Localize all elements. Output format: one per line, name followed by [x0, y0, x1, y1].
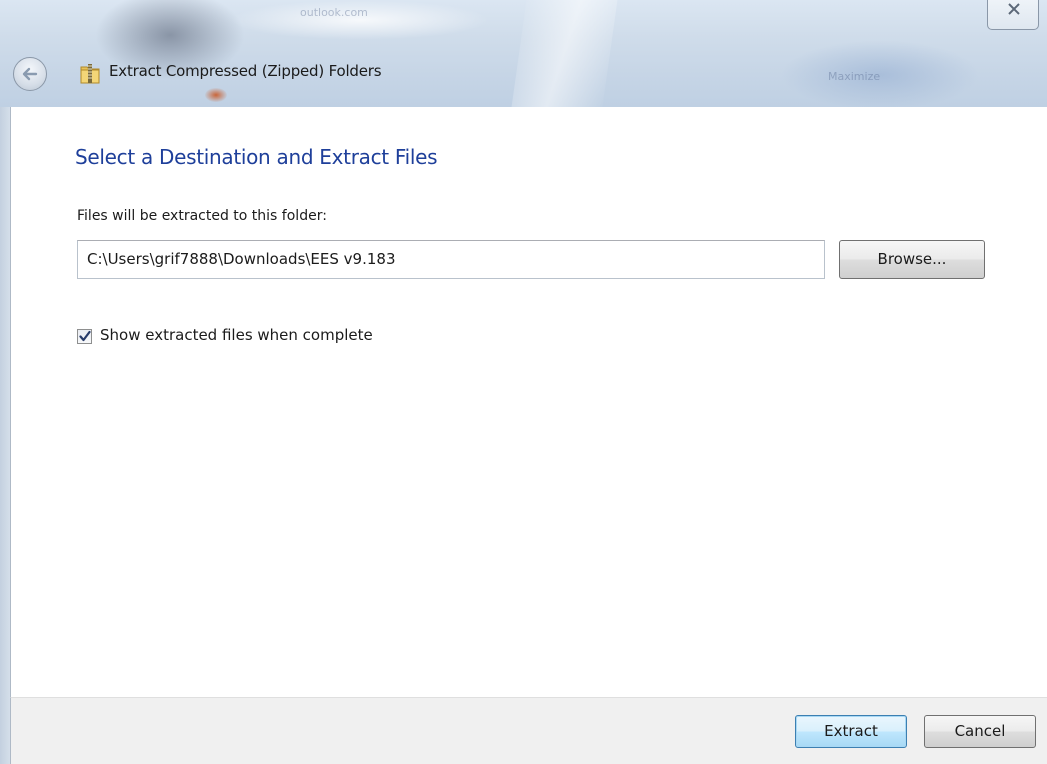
close-button[interactable]: [987, 0, 1039, 30]
glass-background-blur: [205, 88, 227, 102]
extract-button[interactable]: Extract: [795, 715, 907, 748]
window-title: Extract Compressed (Zipped) Folders: [109, 62, 382, 80]
destination-label: Files will be extracted to this folder:: [77, 208, 327, 224]
extract-dialog-window: outlook.com Maximize Extract Compressed …: [0, 0, 1047, 764]
dialog-footer: Extract Cancel: [10, 697, 1047, 764]
glass-reflection: [510, 0, 620, 107]
back-arrow-icon: [22, 67, 38, 81]
destination-path-input[interactable]: C:\Users\grif7888\Downloads\EES v9.183: [77, 240, 825, 279]
title-bar: outlook.com Maximize Extract Compressed …: [0, 0, 1047, 107]
browse-button[interactable]: Browse...: [839, 240, 985, 279]
back-button[interactable]: [13, 57, 47, 91]
window-frame-edge: [0, 107, 10, 764]
background-window-text: Maximize: [828, 70, 881, 83]
page-title: Select a Destination and Extract Files: [75, 145, 438, 169]
show-files-checkbox[interactable]: [77, 329, 92, 344]
show-files-label[interactable]: Show extracted files when complete: [100, 326, 373, 344]
cancel-button[interactable]: Cancel: [924, 715, 1036, 748]
close-icon: [1008, 3, 1020, 15]
checkmark-icon: [79, 330, 91, 342]
zip-folder-icon: [80, 64, 100, 84]
background-window-text: outlook.com: [300, 6, 368, 19]
dialog-content: Select a Destination and Extract Files F…: [10, 107, 1047, 697]
